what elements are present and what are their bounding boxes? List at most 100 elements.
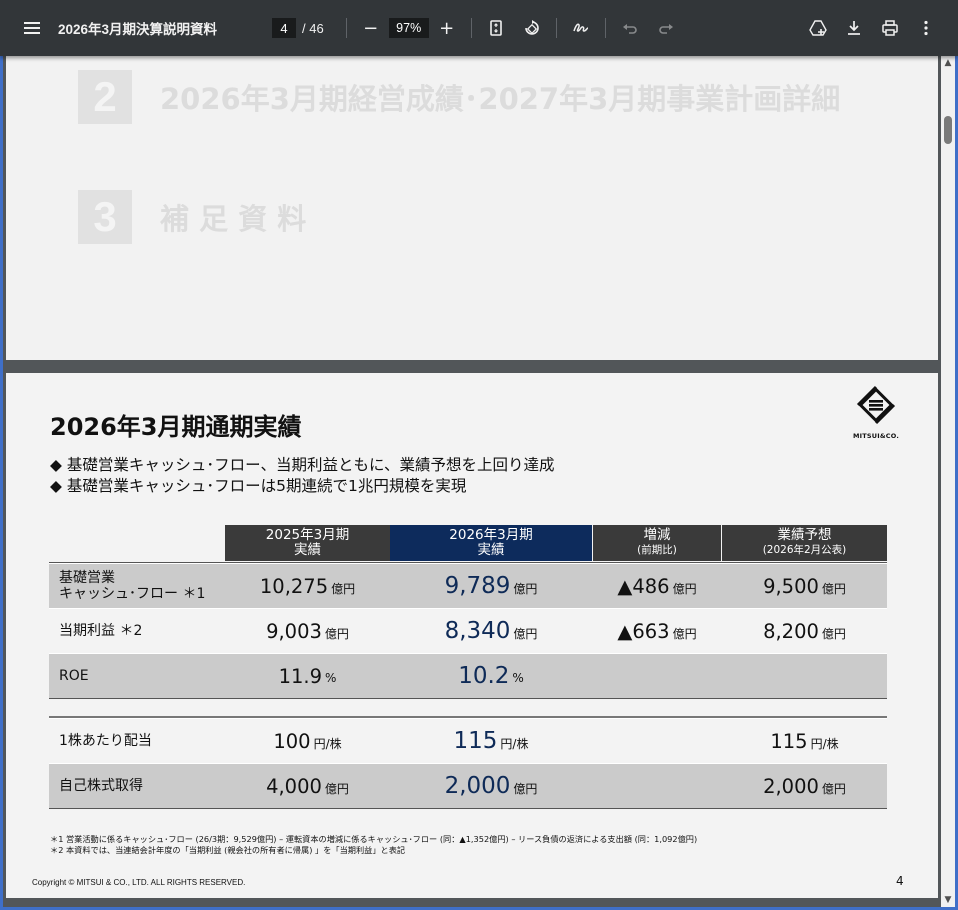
- logo-text: MITSUI&CO.: [853, 432, 899, 440]
- value: 9,789: [444, 573, 511, 599]
- page-number-input[interactable]: [272, 18, 296, 38]
- fit-page-icon[interactable]: [478, 10, 514, 46]
- value: 9,500: [763, 574, 819, 598]
- undo-icon[interactable]: [612, 10, 648, 46]
- results-table: 2025年3月期 実績 2026年3月期 実績 増減 (前期比) 業績予想 (2…: [49, 525, 887, 809]
- cell-forecast: 8,200 億円: [722, 609, 887, 653]
- footnote: ＊2 本資料では、当連結会計年度の「当期利益 (親会社の所有者に帰属) 」を「当…: [50, 845, 406, 855]
- scroll-down-arrow-icon[interactable]: ▼: [941, 893, 955, 907]
- cell-fy2025: 11.9%: [225, 654, 390, 698]
- row-label: 当期利益 ＊2: [59, 609, 142, 653]
- value: 100: [273, 729, 311, 753]
- separator: [345, 18, 347, 38]
- value: 10.2: [458, 663, 510, 689]
- header-line1: 増減: [643, 527, 671, 543]
- unit: 円/株: [313, 736, 342, 751]
- save-to-drive-icon[interactable]: [800, 10, 836, 46]
- toc-text: 補 足 資 料: [160, 202, 307, 236]
- unit: 億円: [331, 581, 356, 596]
- header-change: 増減 (前期比): [593, 525, 721, 561]
- value: 9,003: [266, 619, 322, 643]
- table-row: 基礎営業 キャッシュ･フロー ＊1 10,275 億円 9,789 億円 ▲486 億…: [49, 563, 887, 608]
- toolbar: 2026年3月期決算説明資料 / 46 − +: [0, 0, 958, 56]
- toc-item: 3 補 足 資 料: [78, 190, 306, 244]
- unit: 億円: [513, 781, 538, 796]
- table-header: 2025年3月期 実績 2026年3月期 実績 増減 (前期比) 業績予想 (2…: [49, 525, 887, 562]
- cell-fy2026: 2,000 億円: [390, 764, 592, 808]
- unit: 億円: [821, 581, 846, 596]
- scroll-up-arrow-icon[interactable]: ▲: [941, 56, 955, 70]
- row-label: ROE: [59, 654, 89, 698]
- minus-icon: −: [363, 17, 379, 39]
- row-label: 自己株式取得: [59, 764, 143, 808]
- header-line1: 業績予想: [777, 527, 832, 543]
- separator: [604, 18, 606, 38]
- mitsui-logo: MITSUI&CO.: [846, 383, 906, 440]
- value: 115: [770, 729, 808, 753]
- unit: 億円: [324, 781, 349, 796]
- cell-forecast: 115 円/株: [722, 719, 887, 763]
- download-icon[interactable]: [836, 10, 872, 46]
- zoom-in-button[interactable]: +: [429, 10, 465, 46]
- more-vert-icon[interactable]: [908, 10, 944, 46]
- header-line2: (2026年2月公表): [762, 544, 847, 556]
- header-forecast: 業績予想 (2026年2月公表): [722, 525, 887, 561]
- header-line1: 2025年3月期: [265, 527, 350, 543]
- table-row: 1株あたり配当 100 円/株 115 円/株 115 円/株: [49, 718, 887, 763]
- slide-title: 2026年3月期通期実績: [50, 413, 302, 441]
- separator: [555, 18, 557, 38]
- hamburger-menu-icon[interactable]: [14, 10, 50, 46]
- row-label: 基礎営業 キャッシュ･フロー ＊1: [59, 564, 205, 608]
- header-line1: 2026年3月期: [449, 527, 533, 543]
- unit: %: [325, 671, 337, 685]
- cell-change: ▲663 億円: [593, 609, 721, 653]
- value: 2,000: [763, 774, 819, 798]
- page-total: / 46: [302, 20, 324, 36]
- cell-forecast: 9,500 億円: [722, 564, 887, 608]
- value: ▲486: [617, 574, 670, 598]
- toc-text: 2026年3月期経営成績･2027年3月期事業計画詳細: [160, 82, 841, 116]
- value: 11.9: [278, 664, 322, 688]
- footnote: ＊1 営業活動に係るキャッシュ･フロー (26/3期：9,529億円) – 運転…: [50, 834, 698, 844]
- redo-icon[interactable]: [648, 10, 684, 46]
- header-line2: (前期比): [637, 544, 677, 556]
- cell-fy2026: 10.2%: [390, 654, 592, 698]
- bullet-item: 基礎営業キャッシュ･フロー、当期利益ともに、業績予想を上回り達成: [50, 455, 555, 476]
- pdf-page-4: MITSUI&CO. 2026年3月期通期実績 基礎営業キャッシュ･フロー、当期…: [6, 373, 938, 898]
- cell-fy2026: 9,789 億円: [390, 564, 592, 608]
- value: 10,275: [259, 574, 329, 598]
- cell-fy2025: 100 円/株: [225, 719, 390, 763]
- unit: 億円: [672, 626, 697, 641]
- vertical-scrollbar[interactable]: ▲ ▼: [941, 56, 955, 907]
- unit: 億円: [324, 626, 349, 641]
- footnotes: ＊1 営業活動に係るキャッシュ･フロー (26/3期：9,529億円) – 運転…: [50, 834, 697, 856]
- value: 8,200: [763, 619, 819, 643]
- toc-number: 3: [78, 190, 132, 244]
- scrollbar-thumb[interactable]: [944, 116, 952, 144]
- value: 115: [453, 728, 498, 754]
- table-row: ROE 11.9% 10.2%: [49, 653, 887, 699]
- annotate-icon[interactable]: [563, 10, 599, 46]
- mitsui-logo-mark: [856, 385, 896, 425]
- print-icon[interactable]: [872, 10, 908, 46]
- row-label-line1: ROE: [59, 668, 89, 684]
- rotate-icon[interactable]: [514, 10, 550, 46]
- plus-icon: +: [439, 17, 455, 39]
- cell-fy2025: 4,000 億円: [225, 764, 390, 808]
- header-line2: 実績: [477, 542, 505, 558]
- toc-number: 2: [78, 70, 132, 124]
- row-label: 1株あたり配当: [59, 719, 152, 763]
- cell-forecast: 2,000 億円: [722, 764, 887, 808]
- section-gap: [49, 699, 887, 718]
- zoom-input[interactable]: [388, 18, 429, 38]
- cell-fy2025: 10,275 億円: [225, 564, 390, 608]
- unit: %: [512, 671, 524, 685]
- zoom-out-button[interactable]: −: [353, 10, 389, 46]
- row-label-line1: 自己株式取得: [59, 778, 143, 794]
- value: ▲663: [617, 619, 670, 643]
- cell-fy2025: 9,003 億円: [225, 609, 390, 653]
- separator: [470, 18, 472, 38]
- row-label-line1: 当期利益 ＊2: [59, 623, 143, 639]
- toc-item: 2 2026年3月期経営成績･2027年3月期事業計画詳細: [78, 70, 840, 124]
- header-fy2025: 2025年3月期 実績: [225, 525, 390, 561]
